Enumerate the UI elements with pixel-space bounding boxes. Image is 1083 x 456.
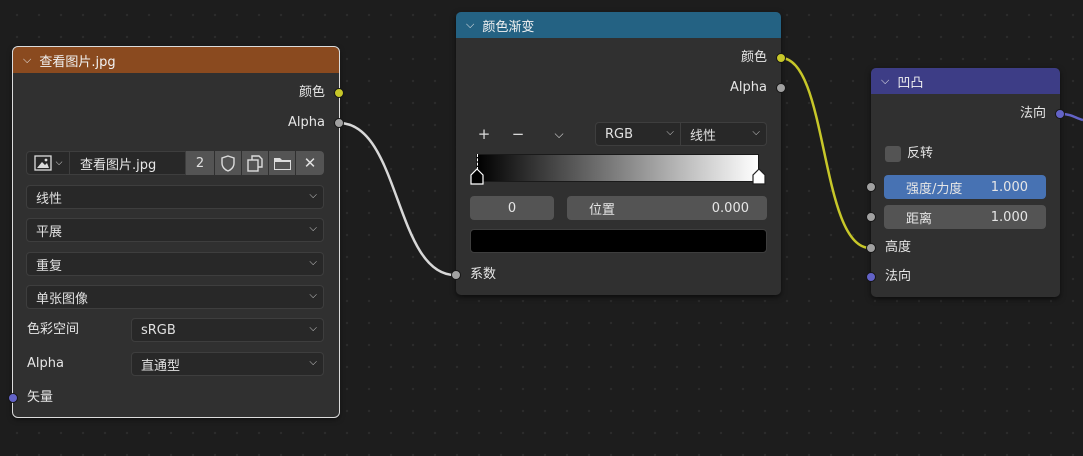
link-ramp-color-to-bump-height	[780, 56, 871, 250]
strength-field[interactable]: 强度/力度 1.000	[884, 175, 1046, 199]
chevron-down-icon: ⌵	[666, 127, 674, 138]
stop-color-swatch[interactable]	[470, 229, 767, 253]
user-count-button[interactable]: 2	[186, 151, 214, 175]
output-normal-label: 法向	[1019, 106, 1046, 121]
input-normal-label: 法向	[885, 269, 912, 284]
stop-position-value: 0.000	[711, 200, 749, 216]
chevron-down-icon: ⌵	[309, 290, 317, 301]
input-height-socket[interactable]	[866, 243, 876, 253]
color-space-label: 色彩空间	[27, 322, 80, 337]
interpolation-value: 线性	[36, 191, 63, 207]
duplicate-icon	[247, 154, 263, 172]
color-ramp-node[interactable]: ⌵ 颜色渐变 颜色 Alpha + − ⌵ RGB ⌵ 线性 ⌵ 0 位置 0.…	[451, 12, 786, 295]
color-mode-value: RGB	[605, 126, 634, 142]
image-texture-node[interactable]: ⌵ 查看图片.jpg 颜色 Alpha ⌵ 查看图片.jpg 2 ✕ 线性 ⌵ …	[8, 46, 344, 418]
distance-label: 距离	[906, 211, 933, 227]
output-alpha-socket[interactable]	[334, 118, 344, 128]
image-browse-button[interactable]: ⌵	[26, 151, 70, 175]
link-image-alpha-to-ramp-fac	[338, 121, 456, 277]
ramp-options-button[interactable]: ⌵	[548, 122, 570, 146]
chevron-down-icon: ⌵	[55, 158, 63, 168]
extension-dropdown[interactable]: 重复 ⌵	[26, 252, 324, 276]
output-color-socket[interactable]	[334, 88, 344, 98]
color-space-value: sRGB	[141, 322, 176, 338]
input-fac-socket[interactable]	[451, 270, 461, 280]
source-dropdown[interactable]: 单张图像 ⌵	[26, 285, 324, 309]
minus-icon: −	[511, 125, 525, 143]
projection-dropdown[interactable]: 平展 ⌵	[26, 218, 324, 242]
output-normal-socket[interactable]	[1055, 109, 1065, 119]
alpha-mode-dropdown[interactable]: 直通型 ⌵	[131, 352, 324, 376]
output-color-label: 颜色	[740, 50, 767, 65]
folder-icon	[273, 158, 291, 170]
fake-user-button[interactable]	[215, 151, 241, 175]
strength-value: 1.000	[990, 179, 1028, 195]
collapse-chevron-icon[interactable]: ⌵	[466, 18, 474, 32]
bump-node-header[interactable]: ⌵ 凹凸	[871, 68, 1060, 94]
source-value: 单张图像	[36, 291, 89, 307]
input-fac-label: 系数	[470, 267, 497, 282]
ramp-interpolation-dropdown[interactable]: 线性 ⌵	[681, 122, 767, 146]
plus-icon: +	[477, 125, 491, 143]
output-alpha-label: Alpha	[730, 80, 767, 95]
color-ramp-gradient[interactable]	[476, 154, 759, 182]
add-stop-button[interactable]: +	[473, 122, 495, 146]
chevron-down-icon: ⌵	[309, 323, 317, 334]
color-mode-dropdown[interactable]: RGB ⌵	[595, 122, 681, 146]
chevron-down-icon: ⌵	[309, 257, 317, 268]
ramp-interpolation-value: 线性	[690, 128, 717, 144]
ramp-node-title: 颜色渐变	[482, 19, 535, 35]
ramp-node-header[interactable]: ⌵ 颜色渐变	[456, 12, 781, 38]
chevron-down-icon: ⌵	[309, 223, 317, 234]
collapse-chevron-icon[interactable]: ⌵	[881, 74, 889, 88]
unlink-image-button[interactable]: ✕	[296, 151, 324, 175]
input-distance-socket[interactable]	[866, 212, 876, 222]
shield-icon	[221, 154, 235, 172]
image-node-header[interactable]: ⌵ 查看图片.jpg	[13, 47, 339, 73]
alpha-mode-label: Alpha	[27, 356, 64, 371]
stop-position-label: 位置	[589, 202, 616, 218]
color-stop-black-handle[interactable]	[470, 168, 484, 185]
image-node-title: 查看图片.jpg	[39, 54, 116, 70]
invert-label: 反转	[907, 146, 934, 161]
invert-checkbox[interactable]	[885, 146, 901, 162]
distance-field[interactable]: 距离 1.000	[884, 205, 1046, 229]
input-normal-socket[interactable]	[866, 272, 876, 282]
output-color-label: 颜色	[298, 85, 325, 100]
output-color-socket[interactable]	[776, 53, 786, 63]
input-strength-socket[interactable]	[866, 182, 876, 192]
image-name-text: 查看图片.jpg	[80, 157, 157, 173]
interpolation-dropdown[interactable]: 线性 ⌵	[26, 185, 324, 209]
output-alpha-socket[interactable]	[776, 83, 786, 93]
close-icon: ✕	[303, 154, 317, 172]
alpha-mode-value: 直通型	[141, 358, 181, 374]
chevron-down-icon: ⌵	[554, 126, 564, 141]
active-stop-index-value: 0	[507, 200, 517, 216]
active-stop-index-field[interactable]: 0	[470, 196, 554, 220]
user-count-text: 2	[195, 155, 205, 171]
image-icon	[33, 155, 52, 171]
open-image-button[interactable]	[269, 151, 295, 175]
strength-label: 强度/力度	[906, 181, 963, 197]
chevron-down-icon: ⌵	[309, 190, 317, 201]
collapse-chevron-icon[interactable]: ⌵	[23, 53, 31, 67]
chevron-down-icon: ⌵	[309, 357, 317, 368]
input-height-label: 高度	[885, 240, 912, 255]
distance-value: 1.000	[990, 209, 1028, 225]
color-space-dropdown[interactable]: sRGB ⌵	[131, 318, 324, 342]
projection-value: 平展	[36, 224, 63, 240]
duplicate-image-button[interactable]	[242, 151, 268, 175]
input-vector-socket[interactable]	[8, 393, 18, 403]
chevron-down-icon: ⌵	[752, 127, 760, 138]
bump-node[interactable]: ⌵ 凹凸 法向 反转 强度/力度 1.000 距离 1.000 高度 法向	[866, 68, 1065, 297]
color-stop-white-handle[interactable]	[752, 168, 766, 185]
extension-value: 重复	[36, 258, 63, 274]
input-vector-label: 矢量	[27, 390, 54, 405]
output-alpha-label: Alpha	[288, 115, 325, 130]
image-name-field[interactable]: 查看图片.jpg	[70, 151, 186, 175]
bump-node-title: 凹凸	[897, 75, 924, 91]
stop-position-field[interactable]: 位置 0.000	[567, 196, 767, 220]
remove-stop-button[interactable]: −	[507, 122, 529, 146]
